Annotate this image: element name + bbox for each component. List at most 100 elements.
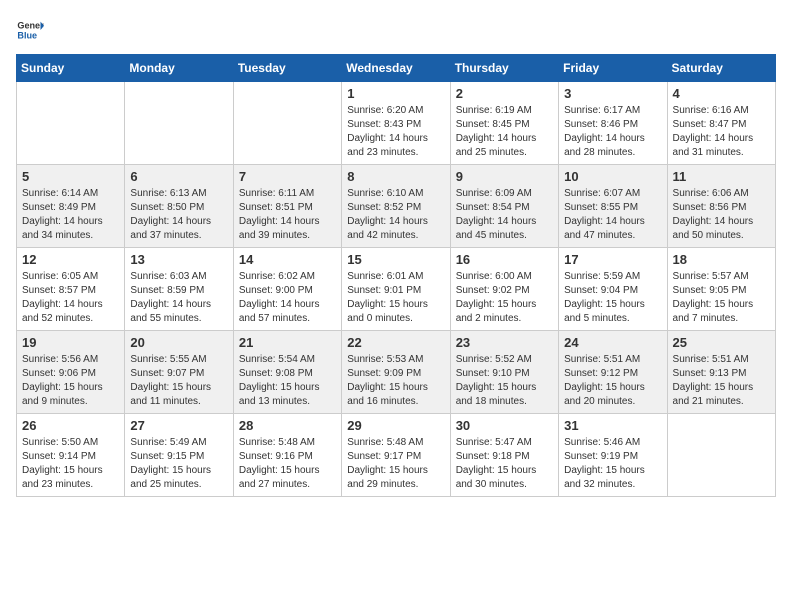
calendar-cell: 1 Sunrise: 6:20 AM Sunset: 8:43 PM Daylig… bbox=[342, 82, 450, 165]
day-number: 4 bbox=[673, 86, 770, 101]
calendar-table: SundayMondayTuesdayWednesdayThursdayFrid… bbox=[16, 54, 776, 497]
day-number: 2 bbox=[456, 86, 553, 101]
calendar-cell: 20 Sunrise: 5:55 AM Sunset: 9:07 PM Dayli… bbox=[125, 331, 233, 414]
day-number: 23 bbox=[456, 335, 553, 350]
day-number: 15 bbox=[347, 252, 444, 267]
day-number: 8 bbox=[347, 169, 444, 184]
calendar-cell: 24 Sunrise: 5:51 AM Sunset: 9:12 PM Dayli… bbox=[559, 331, 667, 414]
day-info: Sunrise: 5:47 AM Sunset: 9:18 PM Dayligh… bbox=[456, 436, 553, 492]
header-cell-wednesday: Wednesday bbox=[342, 55, 450, 82]
day-info: Sunrise: 6:17 AM Sunset: 8:46 PM Dayligh… bbox=[564, 104, 661, 160]
day-number: 28 bbox=[239, 418, 336, 433]
day-number: 3 bbox=[564, 86, 661, 101]
day-number: 29 bbox=[347, 418, 444, 433]
day-number: 9 bbox=[456, 169, 553, 184]
calendar-week-4: 19 Sunrise: 5:56 AM Sunset: 9:06 PM Dayli… bbox=[17, 331, 776, 414]
calendar-cell: 26 Sunrise: 5:50 AM Sunset: 9:14 PM Dayli… bbox=[17, 414, 125, 497]
day-info: Sunrise: 5:49 AM Sunset: 9:15 PM Dayligh… bbox=[130, 436, 227, 492]
day-number: 13 bbox=[130, 252, 227, 267]
calendar-cell bbox=[17, 82, 125, 165]
day-number: 31 bbox=[564, 418, 661, 433]
day-number: 18 bbox=[673, 252, 770, 267]
day-number: 1 bbox=[347, 86, 444, 101]
calendar-cell: 18Sunrise: 5:57 AM Sunset: 9:05 PM Dayli… bbox=[667, 248, 775, 331]
calendar-week-1: 1 Sunrise: 6:20 AM Sunset: 8:43 PM Daylig… bbox=[17, 82, 776, 165]
day-info: Sunrise: 6:03 AM Sunset: 8:59 PM Dayligh… bbox=[130, 270, 227, 326]
day-info: Sunrise: 6:19 AM Sunset: 8:45 PM Dayligh… bbox=[456, 104, 553, 160]
day-info: Sunrise: 5:55 AM Sunset: 9:07 PM Dayligh… bbox=[130, 353, 227, 409]
header-cell-monday: Monday bbox=[125, 55, 233, 82]
day-info: Sunrise: 6:06 AM Sunset: 8:56 PM Dayligh… bbox=[673, 187, 770, 243]
logo: General Blue bbox=[16, 16, 44, 44]
day-info: Sunrise: 6:01 AM Sunset: 9:01 PM Dayligh… bbox=[347, 270, 444, 326]
day-number: 21 bbox=[239, 335, 336, 350]
day-info: Sunrise: 6:10 AM Sunset: 8:52 PM Dayligh… bbox=[347, 187, 444, 243]
day-number: 22 bbox=[347, 335, 444, 350]
day-number: 11 bbox=[673, 169, 770, 184]
day-number: 19 bbox=[22, 335, 119, 350]
header-cell-friday: Friday bbox=[559, 55, 667, 82]
day-number: 5 bbox=[22, 169, 119, 184]
calendar-cell: 11 Sunrise: 6:06 AM Sunset: 8:56 PM Dayli… bbox=[667, 165, 775, 248]
calendar-cell: 5Sunrise: 6:14 AM Sunset: 8:49 PM Daylig… bbox=[17, 165, 125, 248]
calendar-cell: 19 Sunrise: 5:56 AM Sunset: 9:06 PM Dayli… bbox=[17, 331, 125, 414]
calendar-cell bbox=[667, 414, 775, 497]
calendar-cell: 8 Sunrise: 6:10 AM Sunset: 8:52 PM Daylig… bbox=[342, 165, 450, 248]
day-number: 24 bbox=[564, 335, 661, 350]
calendar-cell: 17Sunrise: 5:59 AM Sunset: 9:04 PM Dayli… bbox=[559, 248, 667, 331]
calendar-cell: 2 Sunrise: 6:19 AM Sunset: 8:45 PM Daylig… bbox=[450, 82, 558, 165]
day-number: 10 bbox=[564, 169, 661, 184]
day-number: 25 bbox=[673, 335, 770, 350]
calendar-cell: 29Sunrise: 5:48 AM Sunset: 9:17 PM Dayli… bbox=[342, 414, 450, 497]
day-number: 6 bbox=[130, 169, 227, 184]
calendar-cell: 12 Sunrise: 6:05 AM Sunset: 8:57 PM Dayli… bbox=[17, 248, 125, 331]
calendar-cell: 23 Sunrise: 5:52 AM Sunset: 9:10 PM Dayli… bbox=[450, 331, 558, 414]
header-cell-sunday: Sunday bbox=[17, 55, 125, 82]
day-number: 17 bbox=[564, 252, 661, 267]
calendar-cell bbox=[125, 82, 233, 165]
calendar-cell: 16 Sunrise: 6:00 AM Sunset: 9:02 PM Dayli… bbox=[450, 248, 558, 331]
day-info: Sunrise: 6:07 AM Sunset: 8:55 PM Dayligh… bbox=[564, 187, 661, 243]
day-info: Sunrise: 5:46 AM Sunset: 9:19 PM Dayligh… bbox=[564, 436, 661, 492]
calendar-cell: 22 Sunrise: 5:53 AM Sunset: 9:09 PM Dayli… bbox=[342, 331, 450, 414]
calendar-week-2: 5Sunrise: 6:14 AM Sunset: 8:49 PM Daylig… bbox=[17, 165, 776, 248]
calendar-cell: 25Sunrise: 5:51 AM Sunset: 9:13 PM Dayli… bbox=[667, 331, 775, 414]
day-number: 7 bbox=[239, 169, 336, 184]
day-number: 20 bbox=[130, 335, 227, 350]
day-info: Sunrise: 6:09 AM Sunset: 8:54 PM Dayligh… bbox=[456, 187, 553, 243]
calendar-cell: 10 Sunrise: 6:07 AM Sunset: 8:55 PM Dayli… bbox=[559, 165, 667, 248]
header-cell-tuesday: Tuesday bbox=[233, 55, 341, 82]
day-info: Sunrise: 5:52 AM Sunset: 9:10 PM Dayligh… bbox=[456, 353, 553, 409]
calendar-cell: 13 Sunrise: 6:03 AM Sunset: 8:59 PM Dayli… bbox=[125, 248, 233, 331]
day-info: Sunrise: 5:54 AM Sunset: 9:08 PM Dayligh… bbox=[239, 353, 336, 409]
day-info: Sunrise: 5:56 AM Sunset: 9:06 PM Dayligh… bbox=[22, 353, 119, 409]
calendar-cell: 14Sunrise: 6:02 AM Sunset: 9:00 PM Dayli… bbox=[233, 248, 341, 331]
day-info: Sunrise: 6:13 AM Sunset: 8:50 PM Dayligh… bbox=[130, 187, 227, 243]
svg-text:General: General bbox=[17, 21, 44, 31]
header-cell-thursday: Thursday bbox=[450, 55, 558, 82]
calendar-cell: 28 Sunrise: 5:48 AM Sunset: 9:16 PM Dayli… bbox=[233, 414, 341, 497]
day-info: Sunrise: 6:00 AM Sunset: 9:02 PM Dayligh… bbox=[456, 270, 553, 326]
calendar-week-3: 12 Sunrise: 6:05 AM Sunset: 8:57 PM Dayli… bbox=[17, 248, 776, 331]
page-header: General Blue bbox=[16, 16, 776, 44]
day-number: 12 bbox=[22, 252, 119, 267]
day-info: Sunrise: 5:48 AM Sunset: 9:16 PM Dayligh… bbox=[239, 436, 336, 492]
day-info: Sunrise: 6:16 AM Sunset: 8:47 PM Dayligh… bbox=[673, 104, 770, 160]
calendar-week-5: 26 Sunrise: 5:50 AM Sunset: 9:14 PM Dayli… bbox=[17, 414, 776, 497]
day-number: 14 bbox=[239, 252, 336, 267]
day-number: 16 bbox=[456, 252, 553, 267]
header-row: SundayMondayTuesdayWednesdayThursdayFrid… bbox=[17, 55, 776, 82]
day-info: Sunrise: 6:05 AM Sunset: 8:57 PM Dayligh… bbox=[22, 270, 119, 326]
calendar-cell: 27Sunrise: 5:49 AM Sunset: 9:15 PM Dayli… bbox=[125, 414, 233, 497]
calendar-cell: 3 Sunrise: 6:17 AM Sunset: 8:46 PM Daylig… bbox=[559, 82, 667, 165]
header-cell-saturday: Saturday bbox=[667, 55, 775, 82]
day-info: Sunrise: 5:51 AM Sunset: 9:12 PM Dayligh… bbox=[564, 353, 661, 409]
day-info: Sunrise: 5:50 AM Sunset: 9:14 PM Dayligh… bbox=[22, 436, 119, 492]
day-number: 30 bbox=[456, 418, 553, 433]
day-info: Sunrise: 6:11 AM Sunset: 8:51 PM Dayligh… bbox=[239, 187, 336, 243]
calendar-cell: 4 Sunrise: 6:16 AM Sunset: 8:47 PM Daylig… bbox=[667, 82, 775, 165]
day-number: 26 bbox=[22, 418, 119, 433]
day-info: Sunrise: 6:20 AM Sunset: 8:43 PM Dayligh… bbox=[347, 104, 444, 160]
day-info: Sunrise: 5:53 AM Sunset: 9:09 PM Dayligh… bbox=[347, 353, 444, 409]
calendar-cell: 6 Sunrise: 6:13 AM Sunset: 8:50 PM Daylig… bbox=[125, 165, 233, 248]
